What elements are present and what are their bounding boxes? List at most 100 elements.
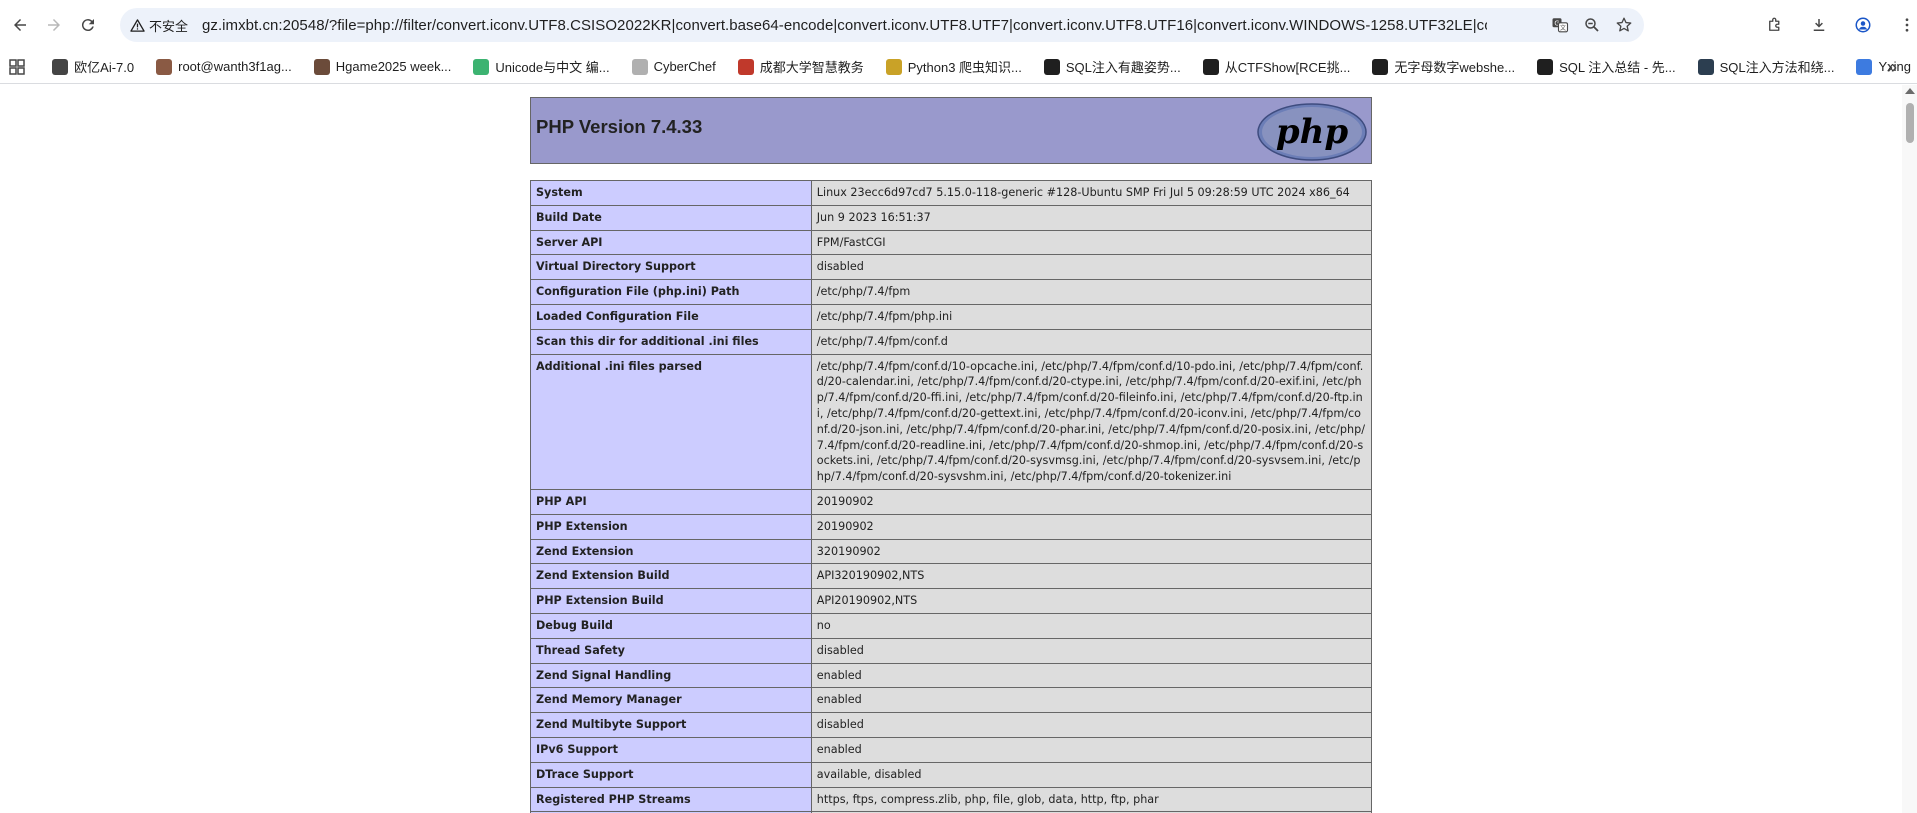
vertical-scrollbar[interactable] [1902, 85, 1917, 813]
row-key: Loaded Configuration File [530, 303, 812, 330]
zoom-icon[interactable] [1576, 9, 1608, 41]
bookmark-item[interactable]: SQL注入有趣姿势... [1038, 53, 1187, 81]
row-value: enabled [810, 687, 1373, 714]
row-value: 20190902 [810, 513, 1373, 540]
table-row: Virtual Directory Support disabled [530, 254, 1373, 281]
bookmark-item[interactable]: Unicode与中文 编... [467, 53, 615, 81]
row-value: available, disabled [810, 761, 1373, 788]
row-value: no [810, 612, 1373, 639]
notion-icon [1537, 58, 1554, 75]
svg-text:文: 文 [1560, 24, 1566, 32]
row-value: Linux 23ecc6d97cd7 5.15.0-118-generic #1… [810, 180, 1373, 206]
profile-avatar-icon[interactable] [1846, 8, 1880, 42]
row-key: IPv6 Support [530, 736, 812, 763]
table-row: Registered PHP Streams https, ftps, compr… [530, 786, 1373, 813]
row-value: FPM/FastCGI [810, 229, 1373, 256]
bookmark-item[interactable]: 成都大学智慧教务 [732, 53, 870, 81]
row-value: API20190902,NTS [810, 588, 1373, 614]
download-icon[interactable] [1802, 8, 1836, 42]
php-version-header: PHP Version 7.4.33 php [530, 97, 1372, 164]
bookmark-star-icon[interactable] [1608, 9, 1640, 41]
translate-icon[interactable]: G文 [1544, 9, 1576, 41]
bookmark-label: Python3 爬虫知识... [907, 60, 1022, 75]
address-bar[interactable]: 不安全 gz.imxbt.cn:20548/?file=php://filter… [120, 8, 1644, 42]
table-row: PHP Extension 20190902 [530, 513, 1373, 540]
toolbar-right-actions [1758, 8, 1917, 42]
bookmark-item[interactable]: SQL 注入总结 - 先... [1531, 53, 1682, 81]
row-key: Build Date [530, 204, 812, 231]
table-row: Loaded Configuration File/etc/php/7.4/fp… [530, 303, 1373, 330]
bookmark-item[interactable]: root@wanth3f1ag... [150, 53, 298, 81]
bookmark-label: root@wanth3f1ag... [178, 59, 292, 74]
bookmarks-overflow-icon[interactable]: » [1887, 50, 1897, 84]
row-value: API320190902,NTS [810, 563, 1373, 590]
bookmark-label: SQL注入方法和绕... [1719, 60, 1835, 75]
page-title: PHP Version 7.4.33 [536, 116, 703, 137]
bookmark-item[interactable]: 从CTFShow[RCE挑... [1197, 53, 1357, 81]
bookmark-item[interactable]: 欧亿Ai-7.0 [46, 53, 140, 81]
table-row: IPv6 Support enabled [530, 736, 1373, 763]
chef-icon [631, 58, 648, 75]
row-value: /etc/php/7.4/fpm [810, 279, 1373, 305]
php-logo-text: php [1276, 112, 1348, 152]
back-arrow-icon[interactable] [3, 8, 37, 42]
globe-icon [1856, 58, 1873, 75]
scroll-up-arrow-icon[interactable] [1905, 88, 1915, 94]
row-key: Zend Signal Handling [530, 662, 812, 689]
bookmark-item[interactable]: CyberChef [626, 53, 722, 81]
table-row: Thread Safety disabled [530, 637, 1373, 664]
table-row: Configuration File (php.ini) Path/etc/ph… [530, 279, 1373, 305]
bookmark-label: 无字母数字webshe... [1394, 60, 1516, 75]
row-value: disabled [810, 712, 1373, 738]
warning-triangle-icon [130, 18, 145, 32]
table-row: Zend Memory Manager enabled [530, 687, 1373, 714]
bookmark-item[interactable]: 无字母数字webshe... [1366, 53, 1521, 81]
browser-toolbar: 不安全 gz.imxbt.cn:20548/?file=php://filter… [0, 0, 1917, 50]
reload-icon[interactable] [71, 8, 105, 42]
row-key: Virtual Directory Support [530, 254, 812, 281]
row-key: PHP Extension [530, 513, 812, 540]
bookmarks-bar: 欧亿Ai-7.0 root@wanth3f1ag... Hgame2025 week… [0, 50, 1917, 84]
row-value: https, ftps, compress.zlib, php, file, g… [810, 786, 1373, 813]
table-row: Zend Extension Build API320190902,NTS [530, 563, 1373, 590]
url-text[interactable]: gz.imxbt.cn:20548/?file=php://filter/con… [202, 17, 1487, 34]
security-chip[interactable]: 不安全 [130, 16, 202, 35]
notion-icon [1043, 58, 1060, 75]
bookmark-item[interactable]: Python3 爬虫知识... [880, 53, 1028, 81]
omnibox-actions: G文 [1544, 8, 1640, 42]
chat-icon [52, 58, 69, 75]
bookmark-item[interactable]: Yxing [1850, 53, 1917, 81]
row-value: disabled [810, 254, 1373, 281]
page-viewport: PHP Version 7.4.33 php System Linux 23ecc… [0, 85, 1917, 813]
page-icon [1697, 58, 1714, 75]
table-row: Zend Extension 320190902 [530, 538, 1373, 565]
notion-icon [1202, 58, 1219, 75]
forward-arrow-icon[interactable] [37, 8, 71, 42]
table-row: Scan this dir for additional .ini files /… [530, 328, 1373, 355]
row-key: Thread Safety [530, 637, 812, 664]
bookmark-item[interactable]: SQL注入方法和绕... [1692, 53, 1841, 81]
row-key: PHP API [530, 488, 812, 515]
person-icon [313, 58, 330, 75]
extensions-puzzle-icon[interactable] [1758, 8, 1792, 42]
row-key: DTrace Support [530, 761, 812, 788]
row-key: Zend Multibyte Support [530, 712, 812, 738]
row-value: 320190902 [810, 538, 1373, 565]
apps-grid-icon[interactable] [6, 50, 28, 84]
bookmark-label: SQL注入有趣姿势... [1065, 60, 1181, 75]
bookmark-label: CyberChef [653, 59, 716, 74]
table-row: PHP Extension Build API20190902,NTS [530, 588, 1373, 614]
bookmark-label: Hgame2025 week... [335, 59, 452, 74]
table-row: PHP API 20190902 [530, 488, 1373, 515]
more-vertical-icon[interactable] [1890, 8, 1917, 42]
school-icon [737, 58, 754, 75]
table-row: Build Date Jun 9 2023 16:51:37 [530, 204, 1373, 231]
bookmark-item[interactable]: Hgame2025 week... [308, 53, 458, 81]
scroll-thumb[interactable] [1906, 103, 1914, 143]
bookmark-label: SQL 注入总结 - 先... [1559, 60, 1676, 75]
row-value: enabled [810, 662, 1373, 689]
row-key: Configuration File (php.ini) Path [530, 279, 812, 305]
phpinfo-table: System Linux 23ecc6d97cd7 5.15.0-118-gene… [530, 180, 1373, 813]
table-row: Debug Build no [530, 612, 1373, 639]
row-key: Registered PHP Streams [530, 786, 812, 813]
